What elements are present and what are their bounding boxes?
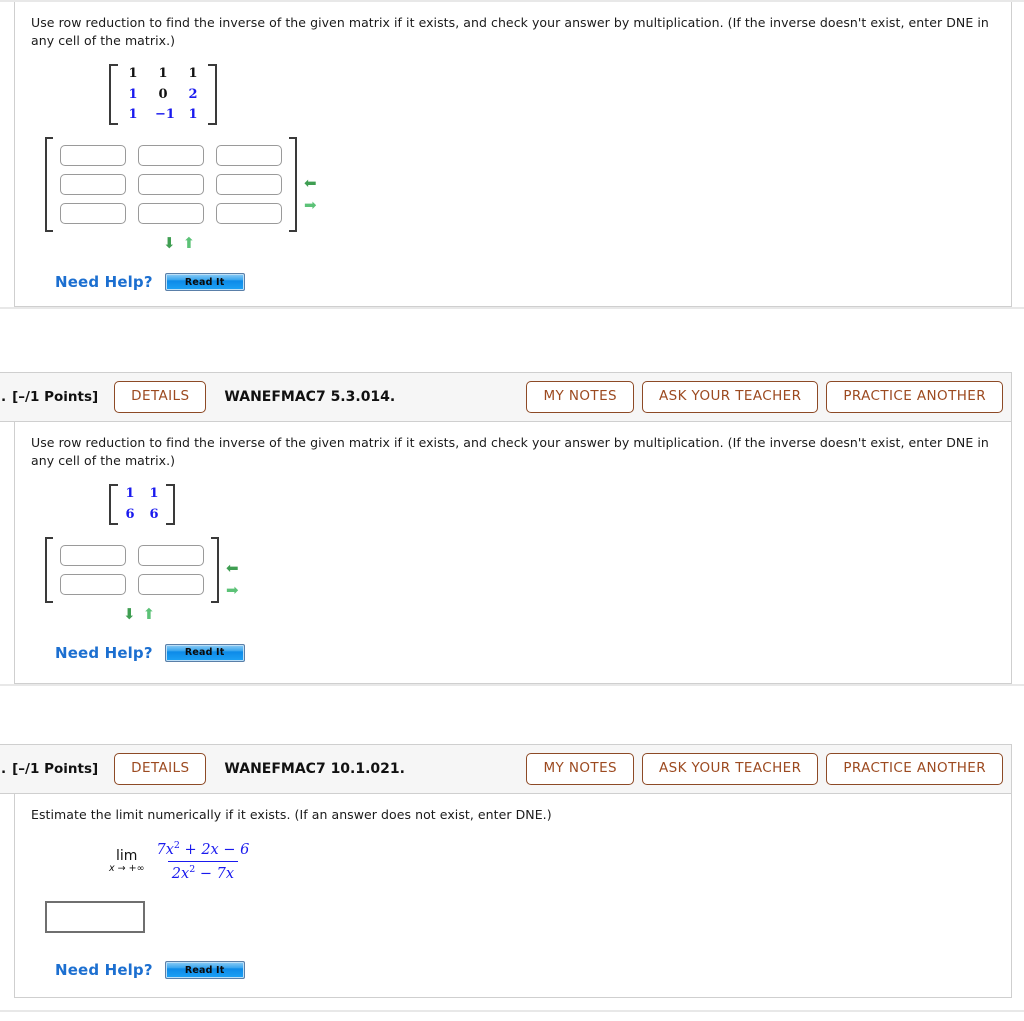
need-help-2: Need Help? Read It (55, 643, 995, 662)
read-it-button[interactable]: Read It (164, 273, 245, 291)
matrix-cell: 1 (128, 106, 138, 122)
den-term-b: − 7x (195, 865, 235, 882)
read-it-label: Read It (184, 647, 225, 659)
matrix-cell: 1 (188, 106, 198, 122)
question-panel-2: Use row reduction to find the inverse of… (14, 422, 1012, 684)
need-help-label: Need Help? (55, 961, 153, 980)
section-divider-3 (0, 1010, 1024, 1012)
question-number-2: . (1, 389, 7, 405)
answer-matrix-2: ⬇ ⬆ ⬅ ➡ (45, 536, 995, 622)
question-prompt-1: Use row reduction to find the inverse of… (31, 15, 989, 49)
arrow-left-icon[interactable]: ⬅ (226, 560, 239, 576)
limit-operator: lim x → +∞ (109, 847, 145, 875)
answer-cell-input[interactable] (216, 174, 282, 195)
details-button-2[interactable]: DETAILS (114, 381, 207, 413)
section-divider-1 (0, 307, 1024, 309)
fraction-numerator: 7x2 + 2x − 6 (153, 840, 254, 861)
answer-cell-input[interactable] (60, 573, 126, 595)
need-help-label: Need Help? (55, 643, 153, 662)
answer-cell-input[interactable] (60, 145, 126, 166)
details-button-3[interactable]: DETAILS (114, 753, 207, 785)
arrow-down-icon[interactable]: ⬇ (163, 236, 176, 251)
need-help-label: Need Help? (55, 273, 153, 291)
question-prompt-2: Use row reduction to find the inverse of… (31, 435, 989, 469)
answer-matrix-1: ⬇ ⬆ ⬅ ➡ (45, 137, 995, 251)
num-term-b: + 2x − 6 (179, 841, 250, 858)
arrow-up-icon[interactable]: ⬆ (143, 606, 156, 622)
answer-cell-input[interactable] (60, 174, 126, 195)
question-header-3: . [–/1 Points] DETAILS WANEFMAC7 10.1.02… (0, 744, 1012, 794)
matrix-cell: 1 (149, 486, 159, 502)
question-panel-3: Estimate the limit numerically if it exi… (14, 794, 1012, 998)
answer-cell-input[interactable] (60, 203, 126, 224)
arrow-right-icon[interactable]: ➡ (304, 197, 317, 213)
arrow-right-icon[interactable]: ➡ (226, 582, 239, 598)
given-matrix-2: 1 1 6 6 (109, 484, 995, 529)
limit-fraction: 7x2 + 2x − 6 2x2 − 7x (153, 840, 254, 883)
matrix-cell: 1 (188, 66, 198, 82)
matrix-cell: 6 (125, 506, 135, 522)
answer-cell-input[interactable] (60, 544, 126, 566)
matrix-cell: 1 (125, 486, 135, 502)
ask-your-teacher-button-2[interactable]: ASK YOUR TEACHER (641, 381, 819, 413)
question-panel-1: Use row reduction to find the inverse of… (14, 2, 1012, 307)
answer-cell-input[interactable] (138, 174, 204, 195)
read-it-button[interactable]: Read It (164, 961, 245, 980)
answer-cell-input[interactable] (138, 203, 204, 224)
question-points-3: [–/1 Points] (12, 761, 99, 777)
arrow-down-icon[interactable]: ⬇ (123, 606, 136, 622)
matrix-cell: 1 (128, 66, 138, 82)
my-notes-button-2[interactable]: MY NOTES (526, 381, 634, 413)
limit-subscript: x → +∞ (109, 863, 145, 875)
matrix-cell: 1 (158, 66, 168, 82)
matrix-cell: 2 (188, 86, 198, 102)
limit-answer-input[interactable] (45, 901, 145, 934)
question-number-3: . (1, 761, 7, 777)
matrix-cell: 6 (149, 506, 159, 522)
practice-another-button-3[interactable]: PRACTICE ANOTHER (826, 753, 1003, 785)
den-term-a: 2x (171, 865, 190, 882)
matrix-cell: 0 (158, 86, 168, 102)
limit-expression: lim x → +∞ 7x2 + 2x − 6 2x2 − 7x (109, 840, 995, 883)
ask-your-teacher-button-3[interactable]: ASK YOUR TEACHER (641, 753, 819, 785)
num-term-a: 7x (156, 841, 174, 858)
read-it-label: Read It (184, 964, 225, 976)
question-header-2: . [–/1 Points] DETAILS WANEFMAC7 5.3.014… (0, 372, 1012, 422)
answer-cell-input[interactable] (138, 573, 204, 595)
read-it-button[interactable]: Read It (164, 643, 245, 662)
given-matrix-1: 1 1 1 1 0 2 1 −1 1 (109, 64, 995, 129)
need-help-3: Need Help? Read It (55, 961, 995, 980)
question-prompt-3: Estimate the limit numerically if it exi… (31, 807, 552, 822)
read-it-label: Read It (184, 276, 225, 288)
my-notes-button-3[interactable]: MY NOTES (526, 753, 634, 785)
question-points-2: [–/1 Points] (12, 389, 99, 405)
answer-cell-input[interactable] (216, 145, 282, 166)
arrow-up-icon[interactable]: ⬆ (183, 236, 196, 251)
fraction-denominator: 2x2 − 7x (167, 861, 239, 883)
section-divider-2 (0, 684, 1024, 686)
matrix-cell: 1 (128, 86, 138, 102)
practice-another-button-2[interactable]: PRACTICE ANOTHER (826, 381, 1003, 413)
matrix-cell: −1 (155, 106, 175, 122)
answer-cell-input[interactable] (138, 145, 204, 166)
answer-cell-input[interactable] (216, 203, 282, 224)
need-help-1: Need Help? Read It (55, 273, 995, 291)
arrow-left-icon[interactable]: ⬅ (304, 175, 317, 191)
question-code-3: WANEFMAC7 10.1.021. (224, 761, 405, 777)
answer-cell-input[interactable] (138, 544, 204, 566)
limit-word: lim (116, 847, 138, 864)
question-code-2: WANEFMAC7 5.3.014. (224, 389, 396, 405)
